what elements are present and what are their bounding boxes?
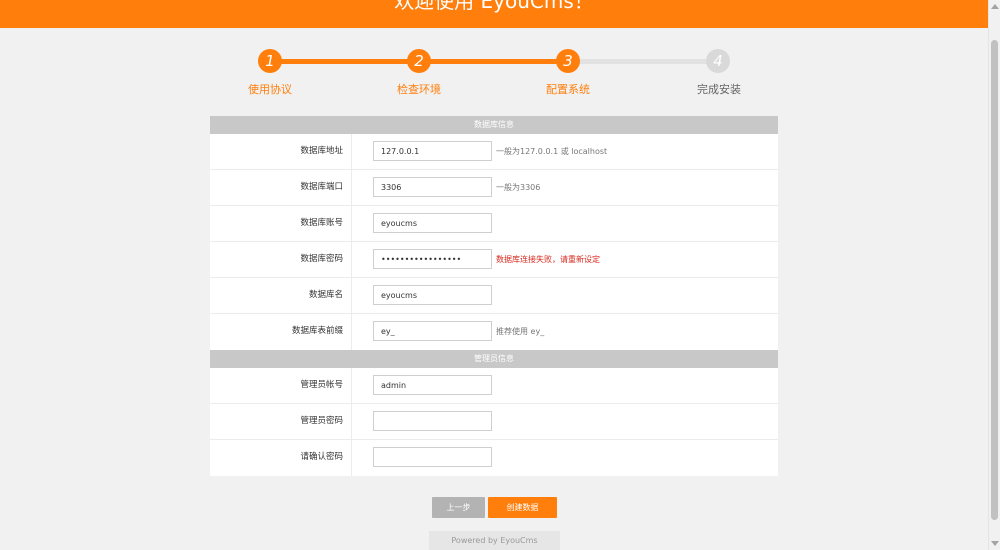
admin-password-label: 管理员密码 [210,404,352,440]
admin-confirm-password-row: 请确认密码 [210,440,778,476]
db-host-label: 数据库地址 [210,134,352,170]
step-1-number: 1 [258,49,282,73]
admin-confirm-password-input[interactable] [373,447,492,467]
db-host-input[interactable] [373,141,492,161]
db-port-hint: 一般为3306 [496,183,541,192]
db-port-row: 数据库端口 一般为3306 [210,170,778,206]
progress-line-3 [568,59,718,64]
step-2-number: 2 [407,49,431,73]
admin-user-input[interactable] [373,375,492,395]
db-section-header: 数据库信息 [210,116,778,134]
admin-user-row: 管理员帐号 [210,368,778,404]
admin-password-row: 管理员密码 [210,404,778,440]
db-user-row: 数据库账号 [210,206,778,242]
db-user-input[interactable] [373,213,492,233]
admin-user-label: 管理员帐号 [210,368,352,404]
db-password-row: 数据库密码 数据库连接失败，请重新设定 [210,242,778,278]
db-user-label: 数据库账号 [210,206,352,242]
scroll-down-arrow-icon[interactable] [991,541,999,546]
step-4-label: 完成安装 [697,83,741,96]
db-name-input[interactable] [373,285,492,305]
admin-password-input[interactable] [373,411,492,431]
install-progress-steps: 1 2 3 4 使用协议 检查环境 配置系统 完成安装 [0,0,988,110]
scroll-up-arrow-icon[interactable] [991,4,999,9]
step-2-label: 检查环境 [397,83,441,96]
db-password-input[interactable] [373,249,492,269]
step-3-label: 配置系统 [546,83,590,96]
footer-powered-by: Powered by EyouCms [429,531,560,550]
db-password-error-message: 数据库连接失败，请重新设定 [496,255,600,264]
step-3-number: 3 [556,49,580,73]
scrollbar[interactable] [988,0,1000,550]
db-prefix-label: 数据库表前缀 [210,314,352,350]
db-port-label: 数据库端口 [210,170,352,206]
step-4-number: 4 [706,49,730,73]
db-password-label: 数据库密码 [210,242,352,278]
create-data-button[interactable]: 创建数据 [488,497,557,518]
db-name-row: 数据库名 [210,278,778,314]
db-host-row: 数据库地址 一般为127.0.0.1 或 localhost [210,134,778,170]
db-prefix-hint: 推荐使用 ey_ [496,327,545,336]
prev-step-button[interactable]: 上一步 [432,497,485,518]
admin-section-header: 管理员信息 [210,350,778,368]
db-prefix-row: 数据库表前缀 推荐使用 ey_ [210,314,778,350]
db-port-input[interactable] [373,177,492,197]
db-prefix-input[interactable] [373,321,492,341]
db-name-label: 数据库名 [210,278,352,314]
admin-confirm-password-label: 请确认密码 [210,440,352,476]
progress-line-1 [270,59,420,64]
step-1-label: 使用协议 [248,83,292,96]
db-host-hint: 一般为127.0.0.1 或 localhost [496,147,608,156]
progress-line-2 [420,59,568,64]
config-form: 数据库信息 数据库地址 一般为127.0.0.1 或 localhost 数据库… [210,116,778,476]
scrollbar-thumb[interactable] [991,40,998,520]
